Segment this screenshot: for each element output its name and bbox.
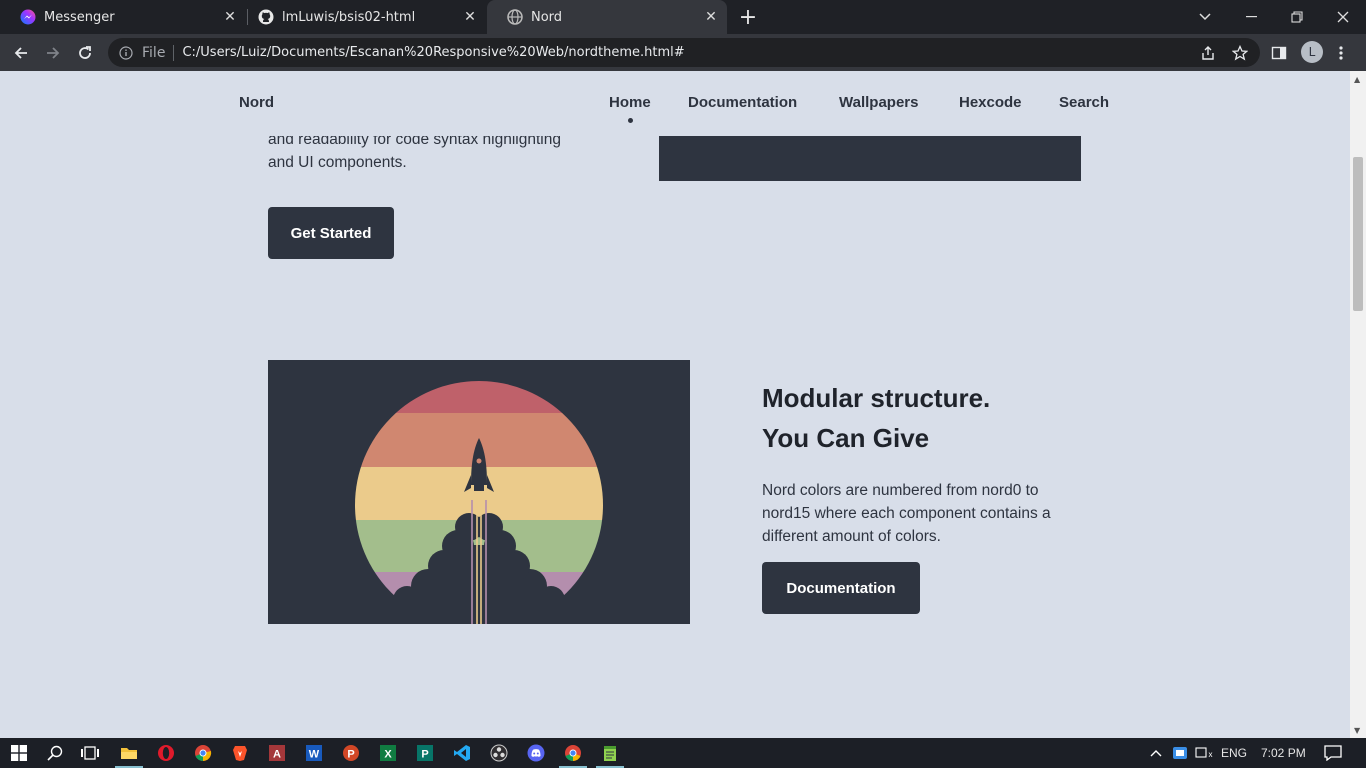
messenger-icon	[20, 9, 36, 25]
web-page: and readability for code syntax highligh…	[0, 71, 1350, 738]
nav-home[interactable]: Home	[609, 94, 651, 111]
tab-messenger[interactable]: Messenger ✕	[0, 0, 246, 34]
discord-icon[interactable]	[525, 742, 547, 764]
documentation-button[interactable]: Documentation	[762, 562, 920, 614]
vscode-icon[interactable]	[451, 742, 473, 764]
obs-icon[interactable]	[488, 742, 510, 764]
language-indicator[interactable]: ENG	[1221, 746, 1247, 760]
brave-icon[interactable]	[229, 742, 251, 764]
svg-text:A: A	[273, 749, 281, 761]
scheme-label: File	[142, 44, 166, 61]
scrollbar-thumb[interactable]	[1353, 157, 1363, 311]
restore-icon[interactable]	[1274, 0, 1320, 34]
site-brand[interactable]: Nord	[239, 94, 274, 111]
feature-title-line: Modular structure.	[762, 383, 991, 413]
site-navbar: Nord Home Documentation Wallpapers Hexco…	[0, 71, 1350, 136]
info-icon[interactable]	[118, 45, 134, 61]
globe-icon	[507, 9, 523, 25]
chrome-active-icon[interactable]	[562, 742, 584, 764]
word-icon[interactable]: W	[303, 742, 325, 764]
nav-search[interactable]: Search	[1059, 94, 1109, 111]
close-tab-icon[interactable]: ✕	[703, 9, 719, 25]
close-tab-icon[interactable]: ✕	[222, 9, 238, 25]
file-explorer-icon[interactable]	[118, 742, 140, 764]
nav-documentation[interactable]: Documentation	[688, 94, 797, 111]
chrome-icon[interactable]	[192, 742, 214, 764]
search-icon[interactable]	[44, 742, 66, 764]
url-text[interactable]: C:/Users/Luiz/Documents/Escanan%20Respon…	[182, 45, 684, 60]
tab-title: Messenger	[44, 9, 115, 25]
github-icon	[258, 9, 274, 25]
tab-nord[interactable]: Nord ✕	[487, 0, 727, 34]
windows-taskbar: A W P X P x ENG 7:02 PM	[0, 738, 1366, 768]
excel-icon[interactable]: X	[377, 742, 399, 764]
tab-search-chevron-icon[interactable]	[1182, 0, 1228, 34]
feature-title-line: You Can Give	[762, 423, 930, 453]
active-indicator-dot	[628, 118, 633, 123]
scroll-down-arrow-icon[interactable]: ▼	[1354, 726, 1360, 735]
browser-toolbar: File C:/Users/Luiz/Documents/Escanan%20R…	[0, 34, 1366, 71]
notepad-icon[interactable]	[599, 742, 621, 764]
page-scrollbar[interactable]: ▲ ▼	[1350, 71, 1366, 738]
nav-wallpapers[interactable]: Wallpapers	[839, 94, 918, 111]
access-icon[interactable]: A	[266, 742, 288, 764]
tab-title: Nord	[531, 9, 563, 25]
powerpoint-icon[interactable]: P	[340, 742, 362, 764]
notification-center-icon[interactable]	[1322, 742, 1344, 764]
scroll-up-arrow-icon[interactable]: ▲	[1354, 75, 1360, 84]
feature-title: Modular structure. You Can Give	[762, 378, 990, 458]
feature-description: Nord colors are numbered from nord0 to n…	[762, 482, 1051, 545]
rocket-illustration	[268, 360, 690, 624]
address-bar[interactable]: File C:/Users/Luiz/Documents/Escanan%20R…	[108, 38, 1260, 67]
hero-text-line: and UI components.	[268, 154, 407, 171]
task-view-icon[interactable]	[79, 742, 101, 764]
windows-start-icon[interactable]	[8, 742, 30, 764]
tab-github[interactable]: lmLuwis/bsis02-html ✕	[238, 0, 486, 34]
divider	[173, 44, 175, 61]
input-method-icon[interactable]: x	[1193, 742, 1215, 764]
svg-text:x: x	[1209, 750, 1213, 759]
svg-text:P: P	[421, 749, 428, 761]
get-started-button[interactable]: Get Started	[268, 207, 394, 259]
back-arrow-icon[interactable]	[8, 40, 34, 66]
menu-kebab-icon[interactable]	[1328, 40, 1354, 66]
minimize-icon[interactable]	[1228, 0, 1274, 34]
bookmark-star-icon[interactable]	[1227, 40, 1253, 66]
tray-chevron-up-icon[interactable]	[1145, 742, 1167, 764]
tray-app-icon[interactable]	[1169, 742, 1191, 764]
browser-tab-strip: Messenger ✕ lmLuwis/bsis02-html ✕ Nord ✕…	[0, 0, 1366, 34]
close-tab-icon[interactable]: ✕	[462, 9, 478, 25]
opera-icon[interactable]	[155, 742, 177, 764]
nav-hexcode[interactable]: Hexcode	[959, 94, 1022, 111]
forward-arrow-icon[interactable]	[40, 40, 66, 66]
svg-text:X: X	[384, 749, 392, 761]
share-icon[interactable]	[1195, 40, 1221, 66]
publisher-icon[interactable]: P	[414, 742, 436, 764]
new-tab-plus-icon[interactable]: +	[736, 5, 760, 30]
tab-title: lmLuwis/bsis02-html	[282, 9, 416, 25]
reload-icon[interactable]	[72, 40, 98, 66]
close-window-icon[interactable]	[1320, 0, 1366, 34]
clock[interactable]: 7:02 PM	[1261, 746, 1306, 760]
side-panel-icon[interactable]	[1266, 40, 1292, 66]
svg-text:P: P	[347, 749, 354, 761]
svg-text:W: W	[309, 749, 320, 761]
profile-avatar[interactable]: L	[1301, 41, 1323, 63]
